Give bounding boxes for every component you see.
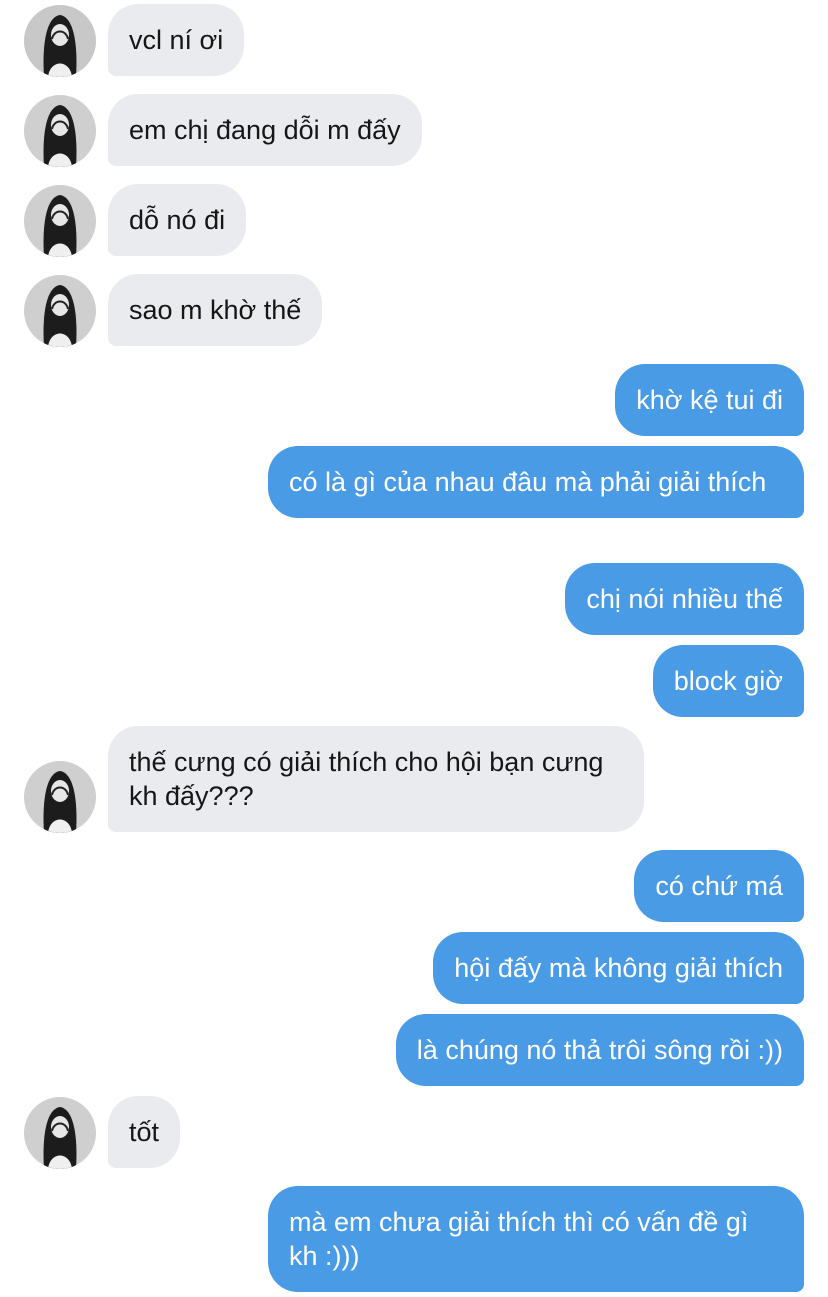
incoming-message[interactable]: vcl ní ơi: [108, 4, 245, 76]
outgoing-message[interactable]: block giờ: [652, 645, 804, 717]
user-avatar-photo-icon: [24, 1097, 96, 1169]
outgoing-message[interactable]: có chứ má: [634, 850, 804, 922]
user-avatar-photo-icon: [24, 761, 96, 833]
user-avatar-photo-icon: [24, 275, 96, 347]
outgoing-message[interactable]: là chúng nó thả trôi sông rồi :)): [395, 1014, 804, 1086]
contact-avatar[interactable]: [24, 275, 96, 347]
user-avatar-photo-icon: [24, 185, 96, 257]
outgoing-message[interactable]: mà em chưa giải thích thì có vấn đề gì k…: [268, 1186, 804, 1292]
incoming-message[interactable]: dỗ nó đi: [108, 184, 247, 256]
outgoing-message[interactable]: có là gì của nhau đâu mà phải giải thích: [268, 446, 804, 518]
incoming-message[interactable]: em chị đang dỗi m đấy: [108, 94, 422, 166]
contact-avatar[interactable]: [24, 185, 96, 257]
incoming-message[interactable]: thế cưng có giải thích cho hội bạn cưng …: [108, 726, 644, 832]
incoming-message[interactable]: sao m khờ thế: [108, 274, 323, 346]
contact-avatar[interactable]: [24, 5, 96, 77]
outgoing-message[interactable]: chị nói nhiều thế: [565, 563, 804, 635]
outgoing-message[interactable]: khờ kệ tui đi: [615, 364, 804, 436]
user-avatar-photo-icon: [24, 5, 96, 77]
contact-avatar[interactable]: [24, 1097, 96, 1169]
incoming-message[interactable]: tốt: [108, 1096, 181, 1168]
outgoing-message[interactable]: hội đấy mà không giải thích: [433, 932, 804, 1004]
contact-avatar[interactable]: [24, 95, 96, 167]
contact-avatar[interactable]: [24, 761, 96, 833]
user-avatar-photo-icon: [24, 95, 96, 167]
